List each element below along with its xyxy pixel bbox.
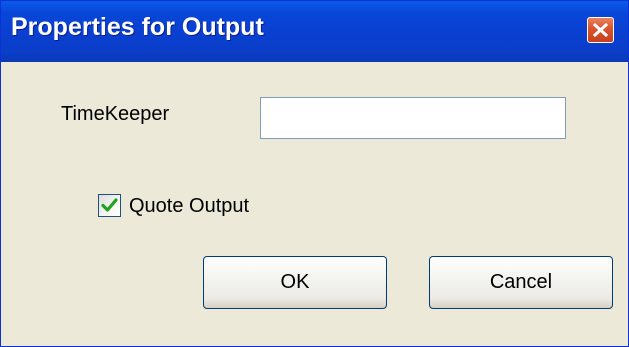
cancel-button[interactable]: Cancel: [429, 256, 613, 309]
ok-button[interactable]: OK: [203, 256, 387, 309]
close-button[interactable]: [587, 17, 614, 43]
close-icon: [593, 23, 608, 37]
checkmark-icon: [101, 198, 118, 212]
title-bar[interactable]: Properties for Output: [1, 1, 628, 62]
properties-dialog: Properties for Output TimeKeeper Quote O…: [0, 0, 629, 347]
timekeeper-label: TimeKeeper: [61, 103, 170, 125]
timekeeper-input[interactable]: [260, 97, 566, 139]
quote-output-checkbox[interactable]: [98, 194, 121, 217]
window-title: Properties for Output: [11, 13, 264, 41]
quote-output-label[interactable]: Quote Output: [129, 195, 249, 218]
